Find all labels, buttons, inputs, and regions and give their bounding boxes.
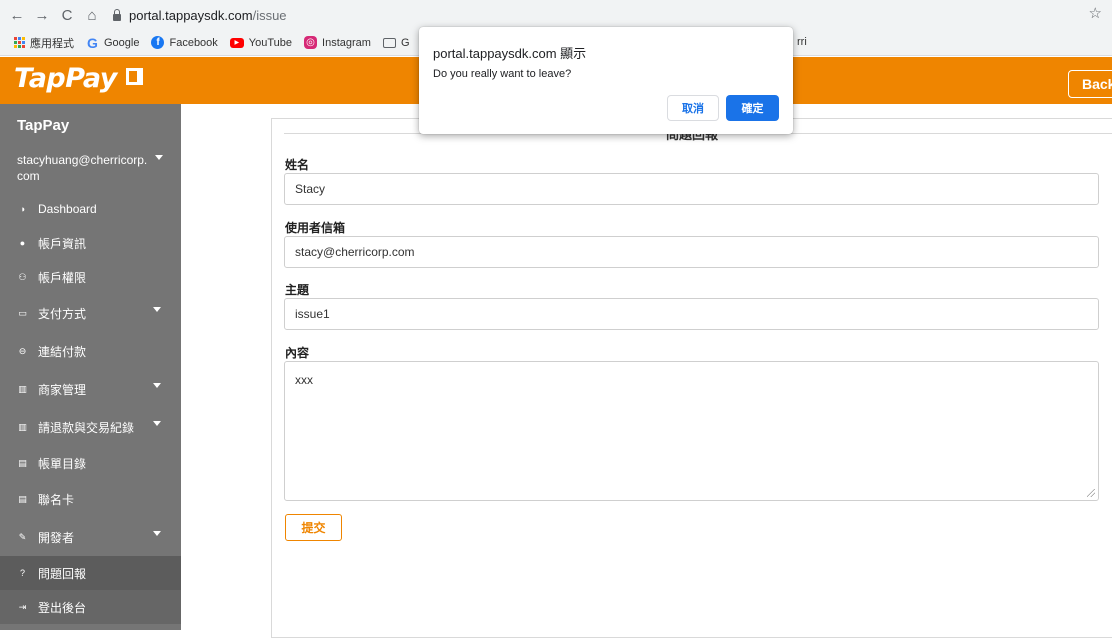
sidebar: TapPay stacyhuang@cherricorp.com ◑ Dashb… xyxy=(0,104,181,630)
home-icon[interactable]: ⌂ xyxy=(81,4,103,26)
form-legend: 問題回報 xyxy=(658,133,727,147)
bookmark-label: G xyxy=(400,36,410,49)
resize-handle-icon[interactable] xyxy=(1087,489,1095,497)
folder-icon xyxy=(382,37,396,48)
cancel-button[interactable]: 取消 xyxy=(667,95,719,121)
sidebar-item-refunds-transactions[interactable]: ▥ 請退款與交易紀錄 xyxy=(0,408,181,446)
sidebar-item-label: 登出後台 xyxy=(38,600,87,615)
google-icon: G xyxy=(87,34,98,51)
url-bar[interactable]: portal.tappaysdk.com/issue xyxy=(113,8,287,23)
bookmark-youtube[interactable]: ▶ YouTube xyxy=(229,36,293,49)
document-icon: ▤ xyxy=(18,493,27,504)
sidebar-item-billing[interactable]: ▤ 帳單目錄 xyxy=(0,446,181,480)
reload-icon[interactable]: C xyxy=(56,4,78,26)
sidebar-item-account-info[interactable]: ● 帳戶資訊 xyxy=(0,226,181,260)
sidebar-brand[interactable]: TapPay xyxy=(0,104,181,146)
bookmark-folder[interactable]: G xyxy=(382,36,410,49)
sidebar-item-label: 支付方式 xyxy=(38,306,87,321)
bookmark-facebook[interactable]: f Facebook xyxy=(151,36,218,49)
sidebar-item-account-permissions[interactable]: ⚇ 帳戶權限 xyxy=(0,260,181,294)
bookmark-label: 應用程式 xyxy=(30,37,74,50)
caret-down-icon xyxy=(153,421,161,426)
email-label: 使用者信箱 xyxy=(285,221,346,235)
bookmark-label: YouTube xyxy=(248,36,293,49)
logo-text: TapPay xyxy=(14,63,117,94)
sidebar-item-merchant-management[interactable]: ▥ 商家管理 xyxy=(0,370,181,408)
logout-icon: ⇥ xyxy=(18,601,27,612)
dialog-title: portal.tappaysdk.com 顯示 xyxy=(433,46,587,61)
sidebar-item-label: 帳戶權限 xyxy=(38,270,87,285)
apps-icon xyxy=(14,37,25,48)
name-label: 姓名 xyxy=(285,158,310,172)
building-icon: ▥ xyxy=(18,421,27,432)
sidebar-item-label: 請退款與交易紀錄 xyxy=(38,420,135,435)
wrench-icon: ✎ xyxy=(18,531,27,542)
document-icon: ▤ xyxy=(18,457,27,468)
sidebar-item-label: 聯名卡 xyxy=(38,492,75,507)
sidebar-item-developer[interactable]: ✎ 開發者 xyxy=(0,518,181,556)
caret-down-icon xyxy=(153,531,161,536)
dashboard-icon: ◑ xyxy=(19,204,26,214)
submit-button[interactable]: 提交 xyxy=(285,514,342,541)
subject-field[interactable]: issue1 xyxy=(284,298,1099,330)
instagram-icon: ◎ xyxy=(304,36,318,49)
building-icon: ▥ xyxy=(18,383,27,394)
bookmark-instagram[interactable]: ◎ Instagram xyxy=(304,36,371,49)
sidebar-item-issue-report[interactable]: ? 問題回報 xyxy=(0,556,181,590)
info-icon: ● xyxy=(19,238,26,248)
sidebar-item-cobranded-card[interactable]: ▤ 聯名卡 xyxy=(0,480,181,518)
bookmark-apps[interactable]: 應用程式 xyxy=(14,35,74,51)
url-host: portal.tappaysdk.com xyxy=(129,7,253,23)
forward-arrow-icon[interactable]: → xyxy=(31,4,53,26)
back-arrow-icon[interactable]: ← xyxy=(6,4,28,26)
sidebar-item-payment-links[interactable]: ⊖ 連結付款 xyxy=(0,332,181,370)
back-button[interactable]: Back xyxy=(1068,70,1112,98)
content-label: 內容 xyxy=(285,346,310,360)
users-icon: ⚇ xyxy=(18,271,27,282)
sidebar-item-label: 帳戶資訊 xyxy=(38,236,87,251)
user-email: stacyhuang@cherricorp.com xyxy=(17,153,148,183)
sidebar-item-logout[interactable]: ⇥ 登出後台 xyxy=(0,590,181,624)
youtube-icon: ▶ xyxy=(229,37,244,48)
tappay-logo[interactable]: TapPay xyxy=(14,63,143,94)
sidebar-item-label: 連結付款 xyxy=(38,344,87,359)
facebook-icon: f xyxy=(151,36,165,49)
caret-down-icon xyxy=(153,307,161,312)
bookmark-label: Google xyxy=(104,36,140,49)
confirm-button[interactable]: 確定 xyxy=(726,95,779,121)
bookmark-label: Facebook xyxy=(169,36,218,49)
sidebar-item-dashboard[interactable]: ◑ Dashboard xyxy=(0,192,181,226)
logo-mark-icon xyxy=(125,68,143,85)
sidebar-item-label: Dashboard xyxy=(38,202,97,216)
user-menu[interactable]: stacyhuang@cherricorp.com xyxy=(0,146,163,192)
content-value: xxx xyxy=(295,373,313,387)
bookmark-google[interactable]: G Google xyxy=(86,34,140,51)
caret-down-icon xyxy=(153,383,161,388)
sidebar-item-label: 商家管理 xyxy=(38,382,87,397)
content-textarea[interactable]: xxx xyxy=(284,361,1099,501)
subject-label: 主題 xyxy=(285,283,310,297)
caret-down-icon xyxy=(155,155,163,160)
confirm-dialog: portal.tappaysdk.com 顯示 Do you really wa… xyxy=(419,27,793,134)
credit-card-icon: ▭ xyxy=(18,307,27,318)
dialog-message: Do you really want to leave? xyxy=(433,68,572,80)
sidebar-item-label: 開發者 xyxy=(38,530,75,545)
sidebar-item-label: 帳單目錄 xyxy=(38,456,87,471)
lock-icon xyxy=(113,8,121,21)
sidebar-item-payment-methods[interactable]: ▭ 支付方式 xyxy=(0,294,181,332)
question-icon: ? xyxy=(19,568,25,578)
name-field[interactable]: Stacy xyxy=(284,173,1099,205)
browser-toolbar: ← → C ⌂ portal.tappaysdk.com/issue ☆ xyxy=(0,0,1112,30)
bookmark-star-icon[interactable]: ☆ xyxy=(1089,4,1102,22)
sidebar-item-label: 問題回報 xyxy=(38,566,87,581)
link-icon: ⊖ xyxy=(18,345,27,356)
url-path: /issue xyxy=(252,7,287,23)
bookmark-label: Instagram xyxy=(322,36,371,49)
bookmark-partial-label[interactable]: rri xyxy=(797,36,807,48)
email-field[interactable]: stacy@cherricorp.com xyxy=(284,236,1099,268)
